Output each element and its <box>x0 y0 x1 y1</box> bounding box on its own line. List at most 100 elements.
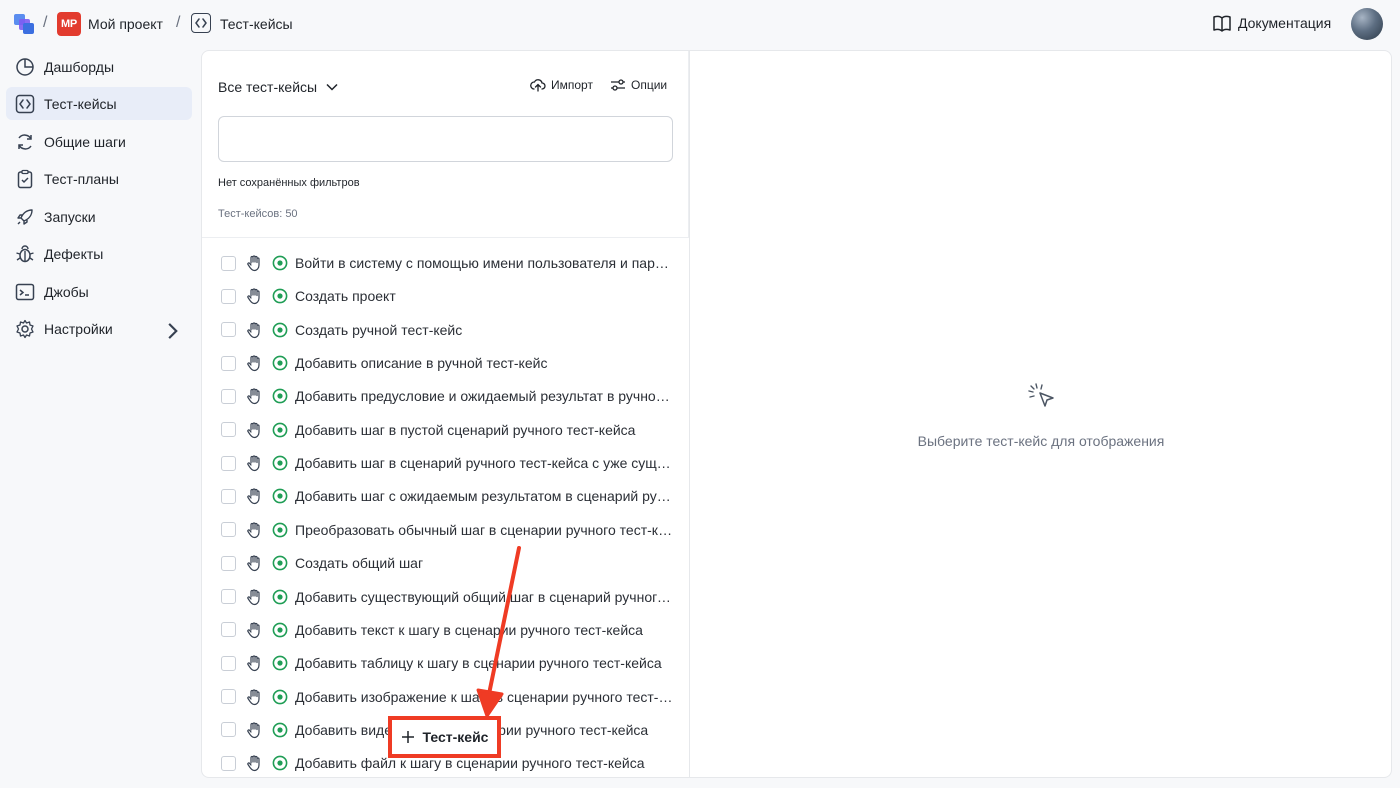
list-item[interactable]: Добавить шаг в сценарий ручного тест-кей… <box>221 452 676 474</box>
hand-icon <box>247 288 260 305</box>
sidebar-item-label: Тест-кейсы <box>44 95 117 112</box>
row-checkbox[interactable] <box>221 322 236 338</box>
import-button[interactable]: Импорт <box>530 78 593 92</box>
row-checkbox[interactable] <box>221 288 236 304</box>
breadcrumb-separator: / <box>176 14 181 31</box>
hand-icon <box>247 688 260 705</box>
row-checkbox[interactable] <box>221 622 236 638</box>
list-item-label: Добавить таблицу к шагу в сценарии ручно… <box>295 655 662 672</box>
row-checkbox[interactable] <box>221 488 236 504</box>
search-input[interactable] <box>218 116 673 162</box>
hand-icon <box>247 655 260 672</box>
row-checkbox[interactable] <box>221 755 236 771</box>
sliders-icon <box>611 79 625 91</box>
row-checkbox[interactable] <box>221 455 236 471</box>
filter-select[interactable]: Все тест-кейсы <box>218 79 339 95</box>
filter-select-label: Все тест-кейсы <box>218 79 318 95</box>
app-logo-icon[interactable] <box>13 13 35 35</box>
list-item-label: Создать общий шаг <box>295 555 424 572</box>
clipboard-check-icon <box>17 169 33 188</box>
hand-icon <box>247 522 260 538</box>
list-item-label: Создать ручной тест-кейс <box>295 321 463 338</box>
status-active-icon <box>272 522 288 538</box>
list-item-label: Войти в систему с помощью имени пользова… <box>295 255 675 271</box>
list-item[interactable]: Создать проект <box>221 285 676 307</box>
hand-icon <box>247 622 260 638</box>
row-checkbox[interactable] <box>221 555 236 571</box>
breadcrumb-section[interactable]: Тест-кейсы <box>220 16 293 32</box>
status-active-icon <box>272 455 288 471</box>
row-checkbox[interactable] <box>221 388 236 404</box>
list-item[interactable]: Добавить шаг в пустой сценарий ручного т… <box>221 419 676 441</box>
list-item[interactable]: Добавить предусловие и ожидаемый результ… <box>221 385 676 407</box>
row-checkbox[interactable] <box>221 722 236 738</box>
list-item-label: Преобразовать обычный шаг в сценарии руч… <box>295 521 675 538</box>
sidebar-item-settings[interactable]: Настройки <box>6 312 192 345</box>
list-item[interactable]: Добавить существующий общий шаг в сценар… <box>221 586 676 608</box>
sidebar-item-test-plans[interactable]: Тест-планы <box>6 162 192 195</box>
hand-icon <box>247 588 260 605</box>
list-item[interactable]: Добавить описание в ручной тест-кейс <box>221 352 676 374</box>
project-badge[interactable]: MP <box>57 12 81 36</box>
sidebar-item-label: Джобы <box>44 283 89 300</box>
sidebar-item-test-cases[interactable]: Тест-кейсы <box>6 87 192 120</box>
list-item[interactable]: Добавить текст к шагу в сценарии ручного… <box>221 619 676 641</box>
list-item[interactable]: Создать ручной тест-кейс <box>221 319 676 341</box>
documentation-label: Документация <box>1238 15 1332 31</box>
list-item-label: Добавить шаг в сценарий ручного тест-кей… <box>295 455 675 472</box>
row-checkbox[interactable] <box>221 422 236 438</box>
hand-icon <box>247 388 260 405</box>
list-item[interactable]: Добавить шаг с ожидаемым результатом в с… <box>221 485 676 507</box>
row-checkbox[interactable] <box>221 255 236 271</box>
status-active-icon <box>272 489 288 504</box>
status-active-icon <box>272 655 288 671</box>
sidebar-item-shared-steps[interactable]: Общие шаги <box>6 125 192 158</box>
list-item[interactable]: Добавить изображение к шагу в сценарии р… <box>221 686 676 708</box>
add-test-case-button[interactable]: Тест-кейс <box>388 716 501 758</box>
sidebar-item-dashboards[interactable]: Дашборды <box>6 50 192 83</box>
row-checkbox[interactable] <box>221 522 236 538</box>
list-item[interactable]: Преобразовать обычный шаг в сценарии руч… <box>221 519 676 541</box>
list-item[interactable]: Войти в систему с помощью имени пользова… <box>221 252 676 274</box>
empty-state-text: Выберите тест-кейс для отображения <box>917 433 1165 449</box>
terminal-icon <box>15 283 35 300</box>
row-checkbox[interactable] <box>221 689 236 705</box>
sidebar-item-jobs[interactable]: Джобы <box>6 275 192 308</box>
row-checkbox[interactable] <box>221 355 236 371</box>
pie-chart-icon <box>16 57 34 76</box>
list-item-label: Добавить изображение к шагу в сценарии р… <box>295 688 675 705</box>
list-item-label: Добавить существующий общий шаг в сценар… <box>295 588 675 605</box>
breadcrumb-separator: / <box>43 14 48 31</box>
chevron-down-icon <box>326 83 338 91</box>
status-active-icon <box>272 755 288 771</box>
import-label: Импорт <box>551 78 593 92</box>
status-active-icon <box>272 388 288 404</box>
rocket-icon <box>17 208 33 225</box>
test-case-detail-panel: Выберите тест-кейс для отображения <box>690 50 1392 778</box>
sidebar-item-label: Запуски <box>44 208 96 225</box>
breadcrumb-project[interactable]: Мой проект <box>88 16 163 32</box>
hand-icon <box>247 422 260 438</box>
row-checkbox[interactable] <box>221 655 236 671</box>
documentation-link[interactable]: Документация <box>1212 14 1331 32</box>
status-active-icon <box>272 255 288 271</box>
options-button[interactable]: Опции <box>610 78 667 92</box>
cursor-click-icon <box>1028 383 1054 407</box>
hand-icon <box>247 322 260 338</box>
list-item[interactable]: Добавить таблицу к шагу в сценарии ручно… <box>221 652 676 674</box>
sidebar-item-label: Тест-планы <box>44 170 119 187</box>
code-brackets-icon <box>191 13 211 33</box>
list-item[interactable]: Создать общий шаг <box>221 552 676 574</box>
hand-icon <box>247 555 260 572</box>
list-item-label: Добавить текст к шагу в сценарии ручного… <box>295 621 643 638</box>
sidebar-item-label: Общие шаги <box>44 133 126 150</box>
test-case-count: Тест-кейсов: 50 <box>218 208 298 220</box>
avatar[interactable] <box>1351 8 1383 40</box>
options-label: Опции <box>631 78 668 92</box>
sidebar-item-defects[interactable]: Дефекты <box>6 237 192 270</box>
row-checkbox[interactable] <box>221 589 236 604</box>
sidebar-item-launches[interactable]: Запуски <box>6 200 192 233</box>
list-item-label: Добавить шаг с ожидаемым результатом в с… <box>295 488 675 505</box>
sidebar-item-label: Дефекты <box>44 245 104 262</box>
hand-icon <box>247 455 260 472</box>
